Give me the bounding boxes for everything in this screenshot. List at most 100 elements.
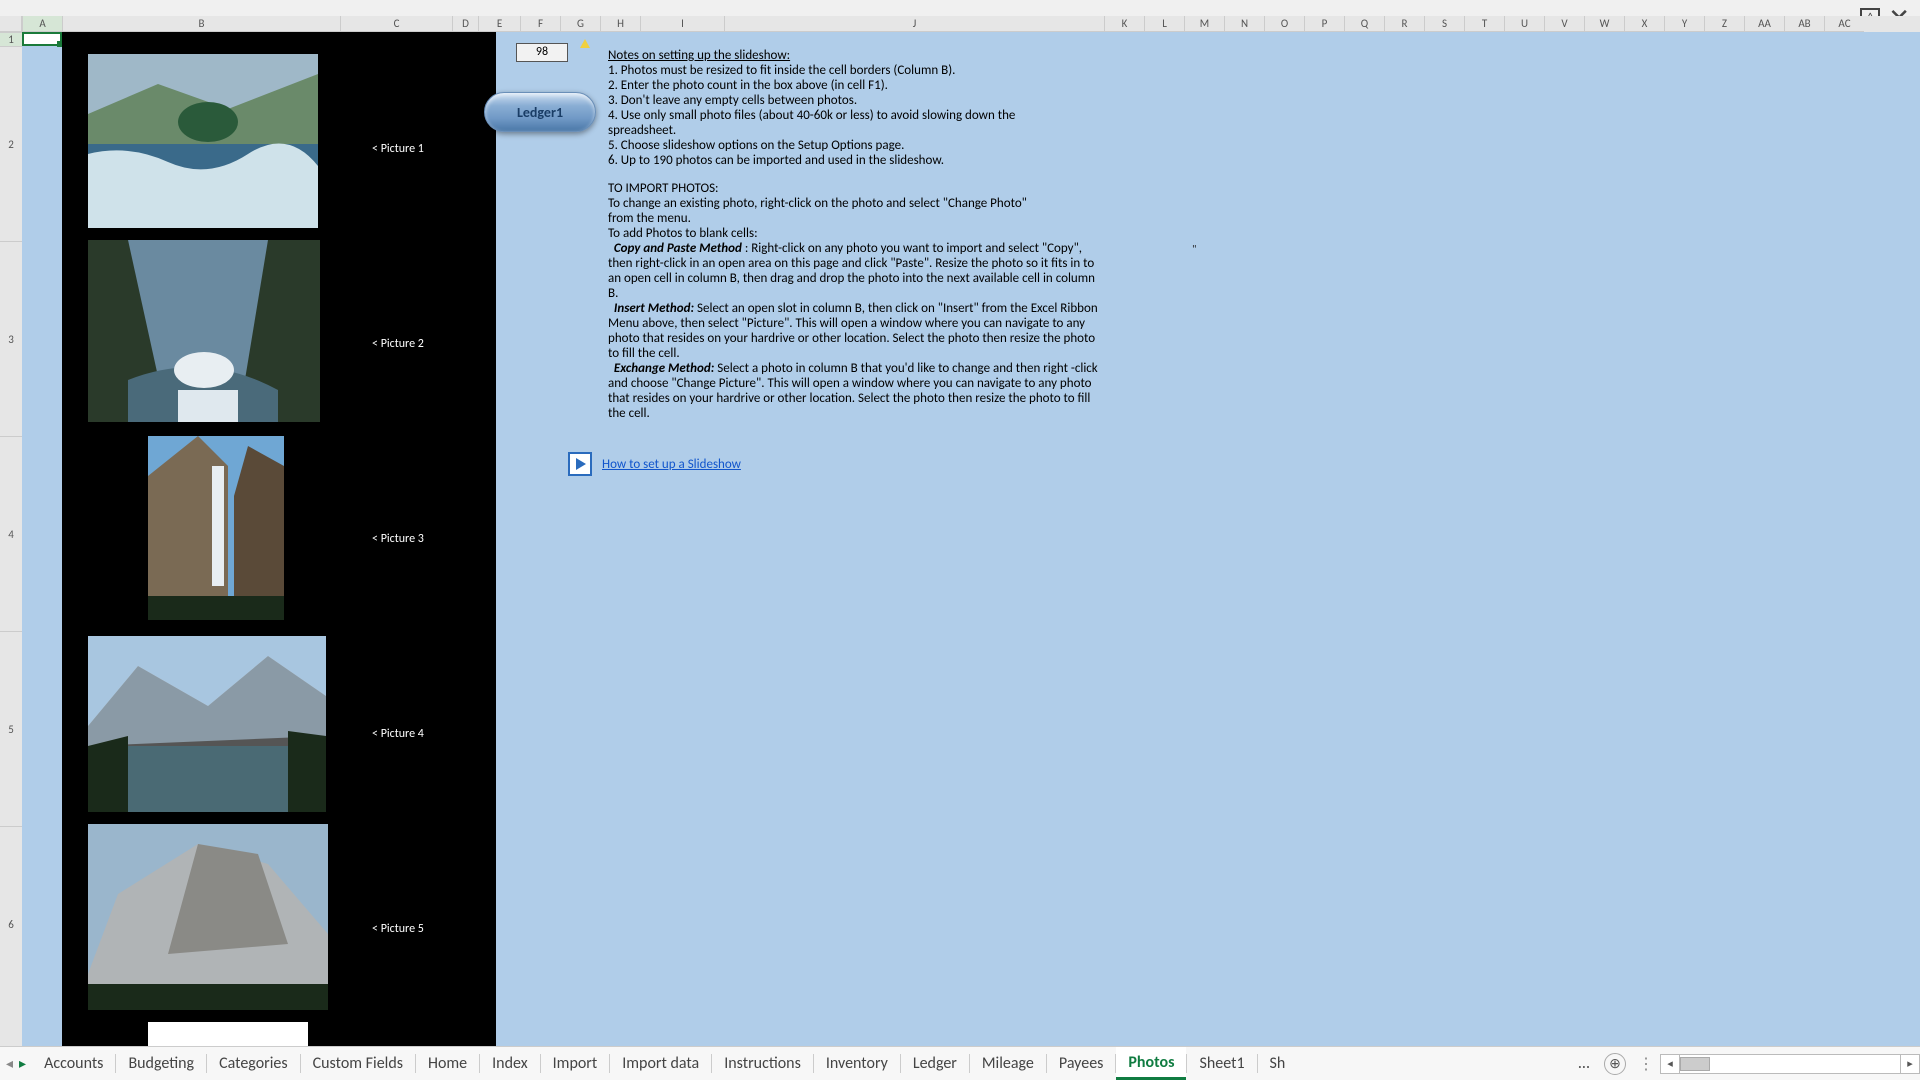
sheet-tab-mileage[interactable]: Mileage: [970, 1047, 1046, 1080]
col-Z[interactable]: Z: [1704, 16, 1744, 32]
col-C[interactable]: C: [340, 16, 452, 32]
row-2[interactable]: 2: [0, 46, 22, 241]
photo-count-input[interactable]: 98: [516, 43, 568, 62]
notes-block: Notes on setting up the slideshow: 1. Ph…: [608, 48, 1098, 421]
slideshow-howto-link[interactable]: How to set up a Slideshow: [602, 457, 741, 472]
tab-nav-first-icon[interactable]: ◂: [6, 1055, 13, 1072]
sheet-tab-budgeting[interactable]: Budgeting: [116, 1047, 206, 1080]
row-headers: 1 2 3 4 5 6: [0, 32, 22, 1046]
sheet-tab-import-data[interactable]: Import data: [610, 1047, 711, 1080]
notes-line: 3. Don't leave any empty cells between p…: [608, 93, 1098, 108]
col-V[interactable]: V: [1544, 16, 1584, 32]
col-N[interactable]: N: [1224, 16, 1264, 32]
grid[interactable]: < Picture 1 < Picture 2 < Picture 3 < Pi…: [22, 32, 1920, 1046]
col-B[interactable]: B: [62, 16, 340, 32]
notes-line: To change an existing photo, right-click…: [608, 196, 1098, 211]
row-1[interactable]: 1: [0, 32, 22, 46]
sheet-tab-custom-fields[interactable]: Custom Fields: [301, 1047, 415, 1080]
picture-label-4: < Picture 4: [372, 727, 424, 741]
col-A[interactable]: A: [22, 16, 62, 32]
column-headers: A B C D E F G H I J K L M N O P Q R S T …: [0, 16, 1920, 32]
stray-quote: ": [1192, 243, 1196, 256]
notes-line: 6. Up to 190 photos can be imported and …: [608, 153, 1098, 168]
notes-heading: Notes on setting up the slideshow:: [608, 48, 1098, 63]
notes-line: 2. Enter the photo count in the box abov…: [608, 78, 1098, 93]
scroll-track[interactable]: [1680, 1054, 1900, 1074]
scroll-right-icon[interactable]: ▸: [1900, 1054, 1920, 1074]
notes-line: 1. Photos must be resized to fit inside …: [608, 63, 1098, 78]
sheet-tab-index[interactable]: Index: [480, 1047, 540, 1080]
error-indicator-icon[interactable]: [580, 39, 590, 48]
photo-5[interactable]: [88, 824, 328, 1010]
horizontal-scrollbar[interactable]: ◂ ▸: [1660, 1054, 1920, 1074]
col-I[interactable]: I: [640, 16, 724, 32]
col-W[interactable]: W: [1584, 16, 1624, 32]
col-AC[interactable]: AC: [1824, 16, 1864, 32]
sheet-tab-sh[interactable]: Sh: [1258, 1047, 1298, 1080]
photo-6-partial[interactable]: [148, 1022, 308, 1046]
col-AB[interactable]: AB: [1784, 16, 1824, 32]
col-K[interactable]: K: [1104, 16, 1144, 32]
col-M[interactable]: M: [1184, 16, 1224, 32]
notes-line: 5. Choose slideshow options on the Setup…: [608, 138, 1098, 153]
picture-label-2: < Picture 2: [372, 337, 424, 351]
col-H[interactable]: H: [600, 16, 640, 32]
sheet-tab-instructions[interactable]: Instructions: [712, 1047, 813, 1080]
col-L[interactable]: L: [1144, 16, 1184, 32]
active-cell-A1[interactable]: [22, 32, 62, 46]
photo-count-label: Photo Count:: [430, 46, 494, 60]
tab-overflow-label[interactable]: ...: [1570, 1054, 1598, 1073]
import-heading: TO IMPORT PHOTOS:: [608, 181, 1098, 196]
col-D[interactable]: D: [452, 16, 478, 32]
notes-line: 4. Use only small photo files (about 40-…: [608, 108, 1098, 123]
sheet-tab-sheet1[interactable]: Sheet1: [1187, 1047, 1256, 1080]
sheet-tab-categories[interactable]: Categories: [207, 1047, 300, 1080]
sheet-tab-home[interactable]: Home: [416, 1047, 479, 1080]
row-4[interactable]: 4: [0, 436, 22, 631]
ledger1-button[interactable]: Ledger1: [484, 92, 596, 132]
notes-line: Insert Method: Select an open slot in co…: [608, 301, 1098, 361]
col-X[interactable]: X: [1624, 16, 1664, 32]
col-Q[interactable]: Q: [1344, 16, 1384, 32]
scroll-left-icon[interactable]: ◂: [1660, 1054, 1680, 1074]
photo-column: [62, 32, 340, 1046]
col-F[interactable]: F: [520, 16, 560, 32]
sheet-tab-inventory[interactable]: Inventory: [814, 1047, 900, 1080]
photo-1[interactable]: [88, 54, 318, 228]
col-J[interactable]: J: [724, 16, 1104, 32]
tab-nav-next-icon[interactable]: ▸: [19, 1055, 26, 1072]
col-T[interactable]: T: [1464, 16, 1504, 32]
col-S[interactable]: S: [1424, 16, 1464, 32]
sheet-tabbar: ◂ ▸ AccountsBudgetingCategoriesCustom Fi…: [0, 1046, 1920, 1080]
scroll-thumb[interactable]: [1680, 1057, 1710, 1071]
sheet-tab-photos[interactable]: Photos: [1116, 1047, 1186, 1080]
col-AA[interactable]: AA: [1744, 16, 1784, 32]
select-all-corner[interactable]: [0, 16, 22, 32]
col-O[interactable]: O: [1264, 16, 1304, 32]
row-3[interactable]: 3: [0, 241, 22, 436]
ledger1-label: Ledger1: [517, 104, 563, 121]
picture-label-3: < Picture 3: [372, 532, 424, 546]
tab-menu-icon[interactable]: ⋮: [1632, 1054, 1660, 1074]
photo-4[interactable]: [88, 636, 326, 812]
sheet-tab-import[interactable]: Import: [541, 1047, 610, 1080]
sheet-tab-ledger[interactable]: Ledger: [901, 1047, 969, 1080]
notes-line: Copy and Paste Method : Right-click on a…: [608, 241, 1098, 301]
col-Y[interactable]: Y: [1664, 16, 1704, 32]
notes-line: To add Photos to blank cells:: [608, 226, 1098, 241]
col-U[interactable]: U: [1504, 16, 1544, 32]
sheet-tab-payees[interactable]: Payees: [1047, 1047, 1116, 1080]
col-G[interactable]: G: [560, 16, 600, 32]
notes-line: spreadsheet.: [608, 123, 1098, 138]
row-5[interactable]: 5: [0, 631, 22, 826]
photo-3[interactable]: [148, 436, 284, 620]
col-R[interactable]: R: [1384, 16, 1424, 32]
sheet-tab-accounts[interactable]: Accounts: [32, 1047, 115, 1080]
photo-2[interactable]: [88, 240, 320, 422]
notes-line: from the menu.: [608, 211, 1098, 226]
add-sheet-button[interactable]: ⊕: [1604, 1053, 1626, 1075]
col-P[interactable]: P: [1304, 16, 1344, 32]
row-6[interactable]: 6: [0, 826, 22, 1021]
col-E[interactable]: E: [478, 16, 520, 32]
play-icon[interactable]: [568, 452, 592, 476]
